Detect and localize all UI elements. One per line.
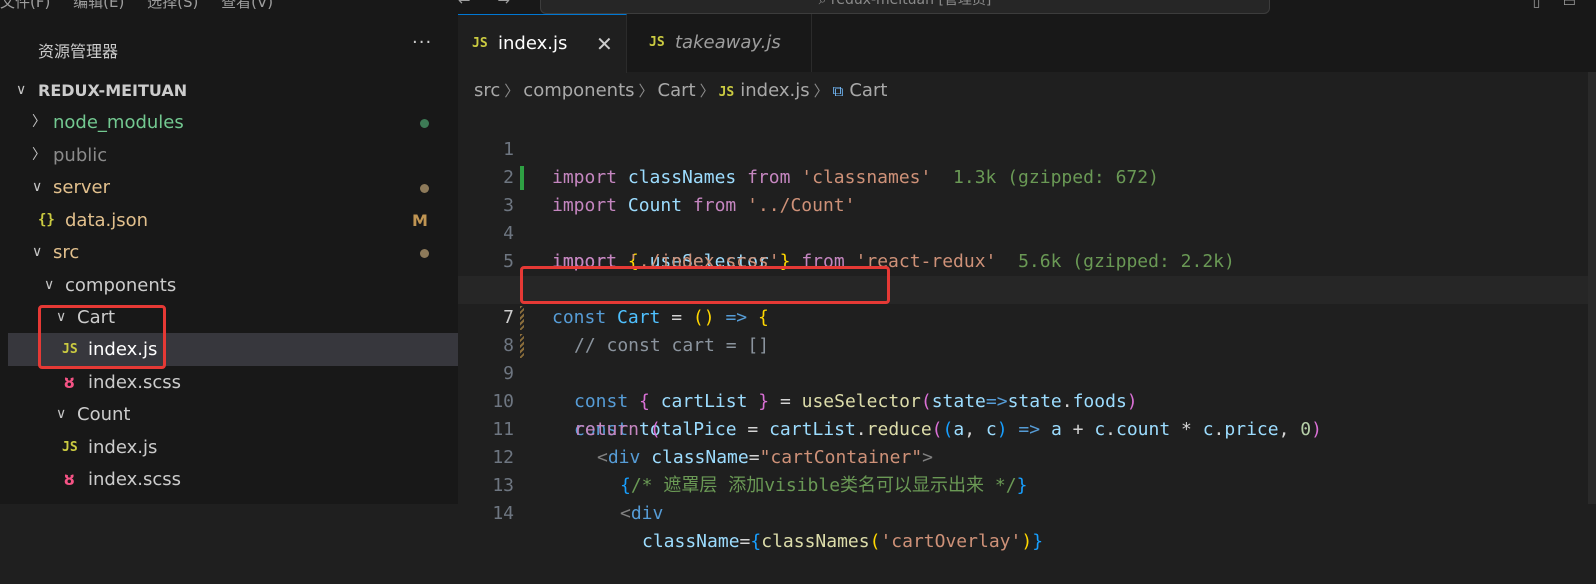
code-line: 3 import { useSelector } from 'react-red… [458,164,1596,272]
code-line: 13 <div [458,444,1596,524]
code-line: 1 import classNames from 'classnames' 1.… [458,108,1596,188]
git-modified-gutter-marker [520,334,524,358]
code-line: 8 const { cartList } = useSelector(state… [458,304,1596,412]
menu-edit[interactable]: 编辑(E) [73,0,124,11]
tree-item-label: server [53,177,110,198]
code-line: 11 <div className="cartContainer"> [458,388,1596,468]
tree-item-data-json[interactable]: {} data.json M [0,204,458,237]
explorer-sidebar: 资源管理器 ··· ∨ REDUX-MEITUAN 〉 node_modules… [0,14,458,504]
toggle-sidebar-icon[interactable]: ▯ [1533,0,1541,10]
code-line: 5 [458,220,1596,272]
tree-item-label: index.scss [88,469,181,490]
chevron-down-icon: ∨ [32,244,43,260]
tree-item-count-index-js[interactable]: JS index.js [0,431,458,464]
git-status-dot [420,249,429,258]
tab-index-js[interactable]: JS index.js ✕ [458,14,627,73]
javascript-file-icon: JS [718,85,735,100]
navigation-arrows: ← → [458,0,532,9]
more-actions-icon[interactable]: ··· [412,32,432,53]
tree-item-count-index-scss[interactable]: ȣ index.scss [0,463,458,496]
tree-item-label: public [53,145,108,166]
annotation-highlight-box-code [520,266,890,304]
tree-root-label: REDUX-MEITUAN [38,81,188,100]
tree-item-label: data.json [65,210,149,231]
tree-item-node-modules[interactable]: 〉 node_modules [0,106,458,139]
git-modified-badge: M [412,211,428,230]
explorer-title: 资源管理器 [38,42,119,61]
git-status-dot [420,184,429,193]
close-icon[interactable]: ✕ [596,15,613,73]
chevron-down-icon: ∨ [44,277,55,293]
javascript-file-icon: JS [62,440,78,455]
breadcrumb: src 〉 components 〉 Cart 〉 JS index.js 〉 ⧉ Cart [474,78,887,104]
git-modified-gutter-marker [520,306,524,330]
scss-file-icon: ȣ [64,373,75,392]
tree-item-count[interactable]: ∨ Count [0,398,458,431]
symbol-class-icon: ⧉ [832,82,844,100]
forward-arrow-icon[interactable]: → [497,0,510,9]
code-line: 9 const totalPice = cartList.reduce((a, … [458,332,1596,440]
search-text: redux-meituan [管理员] [830,0,992,8]
menu-file[interactable]: 文件(F) [0,0,50,11]
tree-item-cart-index-scss[interactable]: ȣ index.scss [0,366,458,399]
line-number: 14 [492,503,514,524]
layout-controls: ▯ ▭ [1515,0,1576,10]
chevron-down-icon: ∨ [32,179,43,195]
javascript-file-icon: JS [472,36,488,51]
chevron-right-icon: 〉 [32,114,46,130]
menu-view[interactable]: 查看(V) [221,0,273,11]
breadcrumb-src[interactable]: src [474,80,500,101]
code-text: className={classNames('cartOverlay')} [642,531,1044,552]
search-icon: ⌕ [818,0,831,8]
breadcrumb-index-js[interactable]: index.js [740,80,809,101]
tree-item-label: node_modules [53,112,184,133]
breadcrumb-cart[interactable]: Cart [658,80,696,101]
menu-selection[interactable]: 选择(S) [147,0,198,11]
tab-takeaway-js[interactable]: JS takeaway.js [627,14,812,72]
code-line: 2 import Count from '../Count' [458,136,1596,216]
toggle-panel-icon[interactable]: ▭ [1563,0,1576,10]
tree-item-server[interactable]: ∨ server [0,171,458,204]
code-text: <div [620,503,664,524]
code-line: 14 className={classNames('cartOverlay')} [458,472,1596,552]
tree-item-label: index.scss [88,372,181,393]
git-status-dot [420,119,429,128]
tree-root-redux-meituan[interactable]: ∨ REDUX-MEITUAN [0,74,458,107]
command-center-search[interactable]: ⌕ redux-meituan [管理员] [540,0,1270,14]
code-line: 4 import './index.scss' [458,192,1596,272]
tree-item-label: index.js [88,437,158,458]
editor-scrollbar[interactable] [1588,72,1596,504]
code-line: 12 {/* 遮罩层 添加visible类名可以显示出来 */} [458,416,1596,496]
editor-area: JS index.js ✕ JS takeaway.js src 〉 compone… [458,14,1596,552]
chevron-right-icon: 〉 [638,82,654,100]
tree-item-label: components [65,275,177,296]
tree-item-label: Count [77,404,131,425]
breadcrumb-components[interactable]: components [523,80,634,101]
chevron-down-icon: ∨ [56,406,67,422]
breadcrumb-symbol-cart[interactable]: Cart [849,80,887,101]
javascript-file-icon: JS [649,35,665,50]
annotation-highlight-box [38,305,166,369]
tree-item-label: src [53,242,80,263]
chevron-right-icon: 〉 [32,147,46,163]
chevron-down-icon: ∨ [16,82,27,98]
chevron-right-icon: 〉 [813,82,829,100]
git-added-gutter-marker [520,166,524,190]
tree-item-src[interactable]: ∨ src [0,236,458,269]
menu-bar: 文件(F) 编辑(E) 选择(S) 查看(V) [0,0,291,12]
chevron-right-icon: 〉 [699,82,715,100]
json-file-icon: {} [38,212,55,228]
tree-item-components[interactable]: ∨ components [0,269,458,302]
scss-file-icon: ȣ [64,470,75,489]
tab-label: takeaway.js [675,32,781,53]
tab-label: index.js [498,33,568,54]
code-editor[interactable]: 1 import classNames from 'classnames' 1.… [458,108,1596,552]
chevron-right-icon: 〉 [504,82,520,100]
title-bar: 文件(F) 编辑(E) 选择(S) 查看(V) ← → ⌕ redux-meit… [0,0,1596,14]
editor-tabs: JS index.js ✕ JS takeaway.js [458,14,1596,73]
tree-item-public[interactable]: 〉 public [0,139,458,172]
code-line: 10 return ( [458,360,1596,440]
back-arrow-icon[interactable]: ← [458,0,471,9]
